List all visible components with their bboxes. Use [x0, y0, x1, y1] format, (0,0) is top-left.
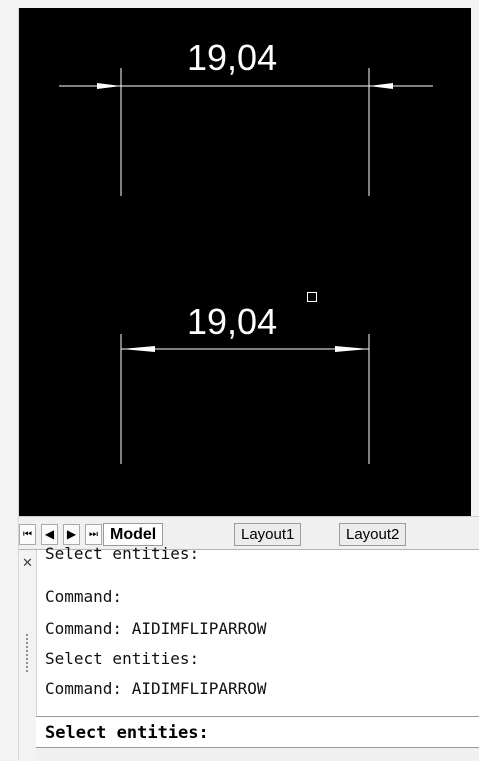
grip-marker[interactable]: [307, 292, 317, 302]
command-history-line: Command: AIDIMFLIPARROW: [45, 679, 267, 698]
command-panel-bottom: [36, 748, 479, 761]
window-right-border: [471, 8, 479, 516]
window-top-border: [18, 0, 479, 8]
dimension-text-bottom[interactable]: 19,04: [187, 304, 277, 340]
last-tab-icon[interactable]: ⏭: [85, 524, 102, 545]
close-icon[interactable]: ✕: [22, 556, 33, 571]
tab-model[interactable]: Model: [103, 523, 164, 546]
command-history-line: Command: AIDIMFLIPARROW: [45, 619, 267, 638]
next-tab-icon[interactable]: ▶: [63, 524, 80, 545]
command-history-line: Select entities:: [45, 544, 200, 563]
command-history-line: Select entities:: [45, 649, 200, 668]
arrowhead-left: [97, 83, 121, 89]
command-panel-grip[interactable]: ✕: [19, 550, 37, 761]
drawing-geometry: [59, 68, 433, 464]
tab-layout2[interactable]: Layout2: [339, 523, 407, 546]
dimension-top[interactable]: [59, 68, 433, 196]
dimension-text-top[interactable]: 19,04: [187, 40, 277, 76]
drag-handle-icon[interactable]: [25, 633, 29, 673]
arrowhead-left: [121, 346, 155, 352]
window-left-border: [0, 0, 19, 760]
command-prompt: Select entities:: [45, 723, 209, 743]
arrowhead-right: [335, 346, 369, 352]
tab-layout1[interactable]: Layout1: [234, 523, 302, 546]
drawing-canvas[interactable]: 19,04 19,04: [19, 8, 471, 516]
command-history-line: Command:: [45, 587, 123, 606]
command-input[interactable]: Select entities:: [36, 716, 479, 748]
previous-tab-icon[interactable]: ◀: [41, 524, 58, 545]
first-tab-icon[interactable]: ⏮: [19, 524, 36, 545]
arrowhead-right: [369, 83, 393, 89]
dimension-bottom[interactable]: [120, 334, 370, 464]
command-line-panel: ✕ Select entities: Command: Command: AID…: [19, 544, 479, 761]
